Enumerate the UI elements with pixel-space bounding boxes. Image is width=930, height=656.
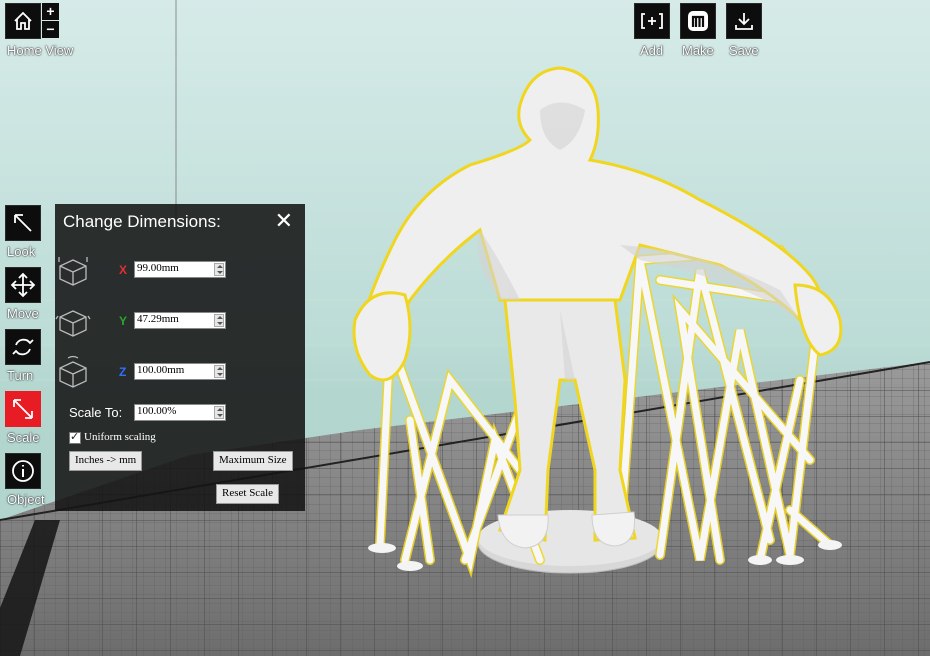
scale-label: Scale: [7, 430, 40, 445]
x-dimension-value: 99.00mm: [137, 262, 179, 274]
download-icon: [735, 13, 753, 30]
uniform-scaling-checkbox[interactable]: [69, 430, 81, 444]
make-button[interactable]: [680, 3, 716, 39]
x-axis-label: X: [119, 263, 128, 277]
zoom-in-button[interactable]: +: [42, 3, 59, 20]
look-icon: [14, 214, 32, 232]
make-label: Make: [682, 43, 714, 58]
add-label: Add: [640, 43, 664, 58]
makerbot-m-icon: [688, 11, 708, 31]
object-tool-button[interactable]: [5, 453, 41, 489]
info-icon: [12, 460, 34, 482]
cube-z-icon: [59, 355, 87, 388]
z-axis-label: Z: [119, 365, 127, 379]
home-view-button[interactable]: [5, 3, 41, 39]
move-icon: [10, 272, 36, 298]
turn-tool-button[interactable]: [5, 329, 41, 365]
zoom-out-button[interactable]: −: [42, 21, 59, 38]
add-icon: [641, 13, 663, 29]
x-spinner[interactable]: [214, 263, 224, 276]
panel-title: Change Dimensions:: [63, 212, 221, 231]
object-label: Object: [7, 492, 45, 507]
move-label: Move: [7, 306, 39, 321]
uniform-scaling-label: Uniform scaling: [84, 431, 156, 443]
scale-percent-value: 100.00%: [137, 405, 177, 417]
look-label: Look: [7, 244, 36, 259]
turn-icon: [12, 338, 34, 356]
home-view-label: Home View: [7, 43, 74, 58]
turn-label: Turn: [7, 368, 34, 383]
move-tool-button[interactable]: [5, 267, 41, 303]
x-dimension-input[interactable]: 99.00mm: [134, 261, 226, 278]
scale-percent-input[interactable]: 100.00%: [134, 404, 226, 421]
close-icon[interactable]: ✕: [275, 210, 293, 232]
home-icon: [14, 11, 32, 30]
inches-to-mm-button[interactable]: Inches -> mm: [69, 451, 143, 471]
y-axis-label: Y: [119, 314, 128, 328]
scale-to-label: Scale To:: [69, 405, 123, 420]
z-dimension-input[interactable]: 100.00mm: [134, 363, 226, 380]
z-dimension-value: 100.00mm: [137, 364, 185, 376]
scale-spinner[interactable]: [214, 406, 224, 419]
y-dimension-value: 47.29mm: [137, 313, 179, 325]
y-dimension-input[interactable]: 47.29mm: [134, 312, 226, 329]
scale-tool-button[interactable]: [5, 391, 41, 427]
scale-icon: [13, 399, 33, 419]
z-spinner[interactable]: [214, 365, 224, 378]
3d-viewport[interactable]: + − Home View Add Make Save Look Move Tu…: [0, 0, 930, 656]
change-dimensions-panel: Change Dimensions: ✕ X 99.00mm Y 47.29mm…: [55, 204, 305, 511]
add-button[interactable]: [634, 3, 670, 39]
reset-scale-button[interactable]: Reset Scale: [216, 484, 280, 504]
save-button[interactable]: [726, 3, 762, 39]
maximum-size-button[interactable]: Maximum Size: [213, 451, 293, 471]
cube-x-icon: [58, 257, 88, 286]
cube-y-icon: [55, 310, 91, 337]
look-tool-button[interactable]: [5, 205, 41, 241]
save-label: Save: [729, 43, 759, 58]
y-spinner[interactable]: [214, 314, 224, 327]
